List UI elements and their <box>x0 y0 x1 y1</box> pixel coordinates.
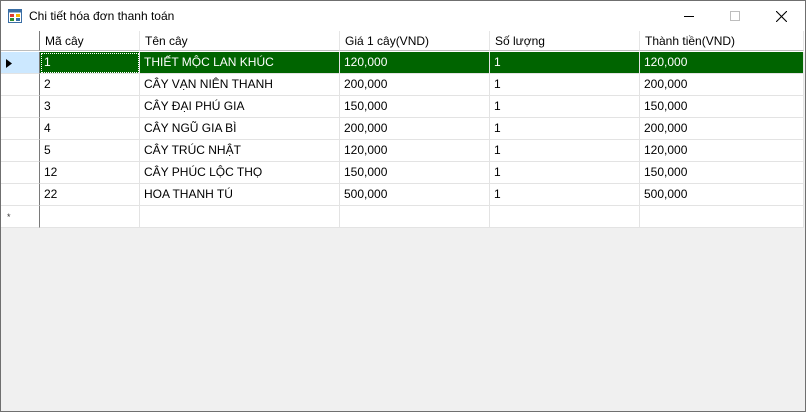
cell-thanh-tien[interactable]: 150,000 <box>640 162 804 184</box>
cell-so-luong[interactable]: 1 <box>490 162 640 184</box>
minimize-icon <box>684 16 694 17</box>
minimize-button[interactable] <box>666 1 712 31</box>
cell-ten-cay[interactable]: CÂY ĐẠI PHÚ GIA <box>140 96 340 118</box>
maximize-icon <box>730 11 740 21</box>
cell-ma-cay[interactable]: 5 <box>40 140 140 162</box>
cell-gia[interactable]: 150,000 <box>340 162 490 184</box>
cell-ma-cay[interactable]: 3 <box>40 96 140 118</box>
cell-ma-cay[interactable]: 22 <box>40 184 140 206</box>
window-title: Chi tiết hóa đơn thanh toán <box>29 9 175 23</box>
new-cell-so-luong[interactable] <box>490 206 640 228</box>
cell-ten-cay[interactable]: CÂY TRÚC NHẬT <box>140 140 340 162</box>
cell-so-luong[interactable]: 1 <box>490 74 640 96</box>
cell-so-luong[interactable]: 1 <box>490 118 640 140</box>
row-header[interactable] <box>1 96 40 118</box>
cell-gia[interactable]: 200,000 <box>340 74 490 96</box>
column-header-ten-cay[interactable]: Tên cây <box>140 31 340 51</box>
cell-ten-cay[interactable]: HOA THANH TÚ <box>140 184 340 206</box>
row-header[interactable] <box>1 74 40 96</box>
maximize-button[interactable] <box>712 1 758 31</box>
row-header[interactable]: * <box>1 206 40 228</box>
cell-gia[interactable]: 150,000 <box>340 96 490 118</box>
table-row[interactable]: 4 CÂY NGŨ GIA BÌ 200,000 1 200,000 <box>1 118 804 140</box>
row-header[interactable] <box>1 140 40 162</box>
new-cell-gia[interactable] <box>340 206 490 228</box>
cell-gia[interactable]: 200,000 <box>340 118 490 140</box>
column-header-row: Mã cây Tên cây Giá 1 cây(VND) Số lượng T… <box>1 31 805 52</box>
title-bar[interactable]: Chi tiết hóa đơn thanh toán <box>1 1 805 31</box>
table-row[interactable]: 3 CÂY ĐẠI PHÚ GIA 150,000 1 150,000 <box>1 96 804 118</box>
cell-thanh-tien[interactable]: 120,000 <box>640 140 804 162</box>
new-row-asterisk-icon: * <box>7 212 11 222</box>
table-row[interactable]: 5 CÂY TRÚC NHẬT 120,000 1 120,000 <box>1 140 804 162</box>
row-header[interactable] <box>1 184 40 206</box>
column-header-gia[interactable]: Giá 1 cây(VND) <box>340 31 490 51</box>
new-cell-ten-cay[interactable] <box>140 206 340 228</box>
column-header-ma-cay[interactable]: Mã cây <box>40 31 140 51</box>
cell-ma-cay[interactable]: 2 <box>40 74 140 96</box>
table-row[interactable]: 1 THIẾT MỘC LAN KHÚC 120,000 1 120,000 <box>1 52 804 74</box>
cell-thanh-tien[interactable]: 200,000 <box>640 74 804 96</box>
cell-gia[interactable]: 120,000 <box>340 52 490 74</box>
cell-gia[interactable]: 500,000 <box>340 184 490 206</box>
cell-so-luong[interactable]: 1 <box>490 184 640 206</box>
new-cell-ma-cay[interactable] <box>40 206 140 228</box>
row-header[interactable] <box>1 162 40 184</box>
new-row[interactable]: * <box>1 206 804 228</box>
cell-thanh-tien[interactable]: 150,000 <box>640 96 804 118</box>
column-header-so-luong[interactable]: Số lượng <box>490 31 640 51</box>
cell-so-luong[interactable]: 1 <box>490 96 640 118</box>
row-header[interactable] <box>1 52 40 74</box>
close-icon <box>775 10 787 22</box>
cell-so-luong[interactable]: 1 <box>490 52 640 74</box>
close-button[interactable] <box>758 1 804 31</box>
cell-gia[interactable]: 120,000 <box>340 140 490 162</box>
table-row[interactable]: 2 CÂY VẠN NIÊN THANH 200,000 1 200,000 <box>1 74 804 96</box>
table-row[interactable]: 22 HOA THANH TÚ 500,000 1 500,000 <box>1 184 804 206</box>
cell-ma-cay[interactable]: 12 <box>40 162 140 184</box>
invoice-data-grid[interactable]: Mã cây Tên cây Giá 1 cây(VND) Số lượng T… <box>1 31 805 411</box>
new-cell-thanh-tien[interactable] <box>640 206 804 228</box>
table-row[interactable]: 12 CÂY PHÚC LỘC THỌ 150,000 1 150,000 <box>1 162 804 184</box>
cell-ma-cay[interactable]: 4 <box>40 118 140 140</box>
cell-thanh-tien[interactable]: 120,000 <box>640 52 804 74</box>
cell-ten-cay[interactable]: CÂY NGŨ GIA BÌ <box>140 118 340 140</box>
row-header[interactable] <box>1 118 40 140</box>
corner-header-cell[interactable] <box>1 31 40 51</box>
cell-thanh-tien[interactable]: 200,000 <box>640 118 804 140</box>
cell-ten-cay[interactable]: CÂY VẠN NIÊN THANH <box>140 74 340 96</box>
column-header-thanh-tien[interactable]: Thành tiền(VND) <box>640 31 804 51</box>
cell-so-luong[interactable]: 1 <box>490 140 640 162</box>
cell-thanh-tien[interactable]: 500,000 <box>640 184 804 206</box>
invoice-detail-window: Chi tiết hóa đơn thanh toán Mã cây Tên c… <box>0 0 806 412</box>
cell-ten-cay[interactable]: CÂY PHÚC LỘC THỌ <box>140 162 340 184</box>
app-form-icon <box>8 9 22 23</box>
row-pointer-icon <box>6 59 12 68</box>
cell-ten-cay[interactable]: THIẾT MỘC LAN KHÚC <box>140 52 340 74</box>
cell-ma-cay[interactable]: 1 <box>40 52 140 74</box>
